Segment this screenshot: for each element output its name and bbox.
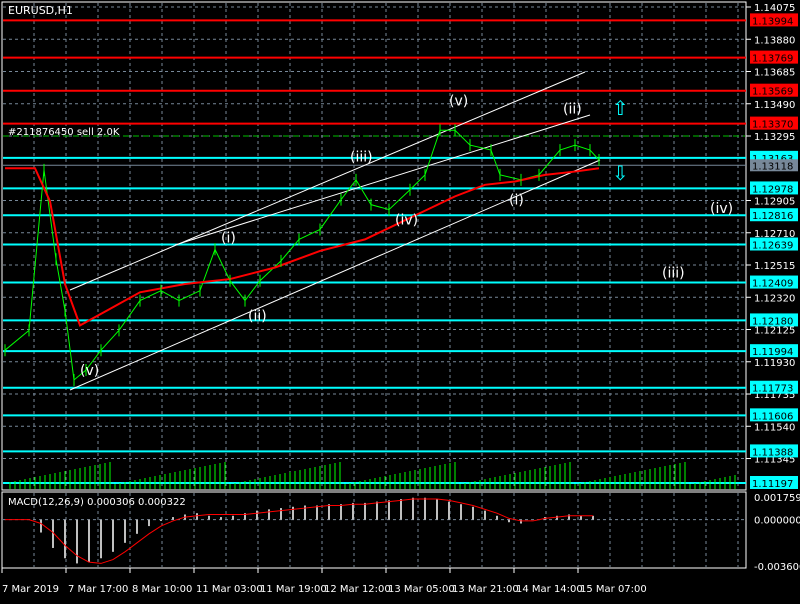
- time-tick-label: 12 Mar 12:00: [324, 584, 391, 595]
- mt4-chart-window[interactable]: ⇧ ⇩ (v) (i) (ii) (iii) (iv) (v) (i) (ii) (iv) (iii…: [0, 0, 800, 600]
- macd-axis-label: 0.001759: [754, 493, 800, 504]
- cyan-level-label: 1.11388: [752, 447, 793, 458]
- cyan-level-label: 1.12180: [752, 316, 793, 327]
- cyan-level-label: 1.11606: [752, 411, 793, 422]
- wave-label: (v): [449, 93, 468, 109]
- macd-title: MACD(12,26,9) 0.000306 0.000322: [8, 497, 186, 508]
- cyan-level-label: 1.12816: [752, 211, 793, 222]
- wave-label: (iv): [395, 212, 418, 228]
- macd-axis-label: -0.003600: [754, 562, 800, 573]
- price-chart[interactable]: ⇧⇩ (v)(i)(ii)(iii)(iv)(v)(i)(ii)(iv)(iii…: [0, 0, 800, 600]
- wave-label: (iii): [350, 150, 373, 166]
- macd-signal-line: [5, 498, 593, 564]
- price-tick-label: 1.12515: [754, 261, 795, 272]
- channel-line: [69, 71, 586, 291]
- red-level-label: 1.13994: [752, 16, 793, 27]
- channel-line: [174, 114, 591, 246]
- wave-label: (iii): [662, 265, 685, 281]
- cyan-level-label: 1.12409: [752, 279, 793, 290]
- price-tick-label: 1.11930: [754, 358, 795, 369]
- wave-label: (ii): [563, 102, 582, 118]
- time-axis: 7 Mar 2019 7 Mar 17:00 8 Mar 10:00 11 Mar 0…: [1, 568, 647, 595]
- time-tick-label: 7 Mar 2019: [2, 584, 59, 595]
- wave-label: (ii): [248, 308, 267, 324]
- red-level-label: 1.13370: [752, 120, 793, 131]
- trend-channel: ⇧⇩: [69, 71, 629, 391]
- price-tick-label: 1.11540: [754, 422, 795, 433]
- time-tick-label: 14 Mar 14:00: [516, 584, 583, 595]
- wave-label: (v): [80, 363, 99, 379]
- cyan-level-label: 1.12639: [752, 241, 793, 252]
- macd-axis-label: 0.000000: [754, 516, 800, 527]
- wave-label: (iv): [710, 201, 733, 217]
- time-tick-label: 11 Mar 19:00: [260, 584, 327, 595]
- price-panel-frame: [1, 1, 747, 491]
- horizontal-levels: [3, 19, 746, 484]
- price-tick-label: 1.13685: [754, 68, 795, 79]
- red-level-label: 1.13569: [752, 87, 793, 98]
- bid-label: 1.13118: [752, 161, 793, 172]
- wave-label: (i): [221, 231, 236, 247]
- time-tick-label: 7 Mar 17:00: [68, 584, 128, 595]
- time-tick-label: 11 Mar 03:00: [196, 584, 263, 595]
- trade-label[interactable]: #211876450 sell 2.0K: [8, 127, 120, 138]
- wave-label: (i): [509, 193, 524, 209]
- time-tick-label: 15 Mar 07:00: [580, 584, 647, 595]
- cyan-level-label: 1.11197: [752, 479, 793, 490]
- time-tick-label: 13 Mar 21:00: [452, 584, 519, 595]
- chart-title: EURUSD,H1: [8, 4, 73, 17]
- cyan-level-label: 1.11994: [752, 347, 793, 358]
- price-tick-label: 1.13295: [754, 132, 795, 143]
- price-tick-label: 1.13490: [754, 100, 795, 111]
- price-axis: 1.14075 1.13880 1.13685 1.13490 1.13295 1.129…: [746, 3, 800, 573]
- cyan-level-label: 1.12978: [752, 184, 793, 195]
- cyan-level-label: 1.11773: [752, 384, 793, 395]
- price-tick-label: 1.13880: [754, 35, 795, 46]
- price-line: [4, 129, 600, 381]
- up-arrow-icon: ⇧: [612, 96, 629, 120]
- time-tick-label: 8 Mar 10:00: [132, 584, 192, 595]
- price-tick-label: 1.14075: [754, 3, 795, 14]
- price-tick-label: 1.12320: [754, 293, 795, 304]
- time-tick-label: 13 Mar 05:00: [388, 584, 455, 595]
- price-tick-label: 1.12905: [754, 197, 795, 208]
- down-arrow-icon: ⇩: [612, 161, 629, 185]
- red-level-label: 1.13769: [752, 54, 793, 65]
